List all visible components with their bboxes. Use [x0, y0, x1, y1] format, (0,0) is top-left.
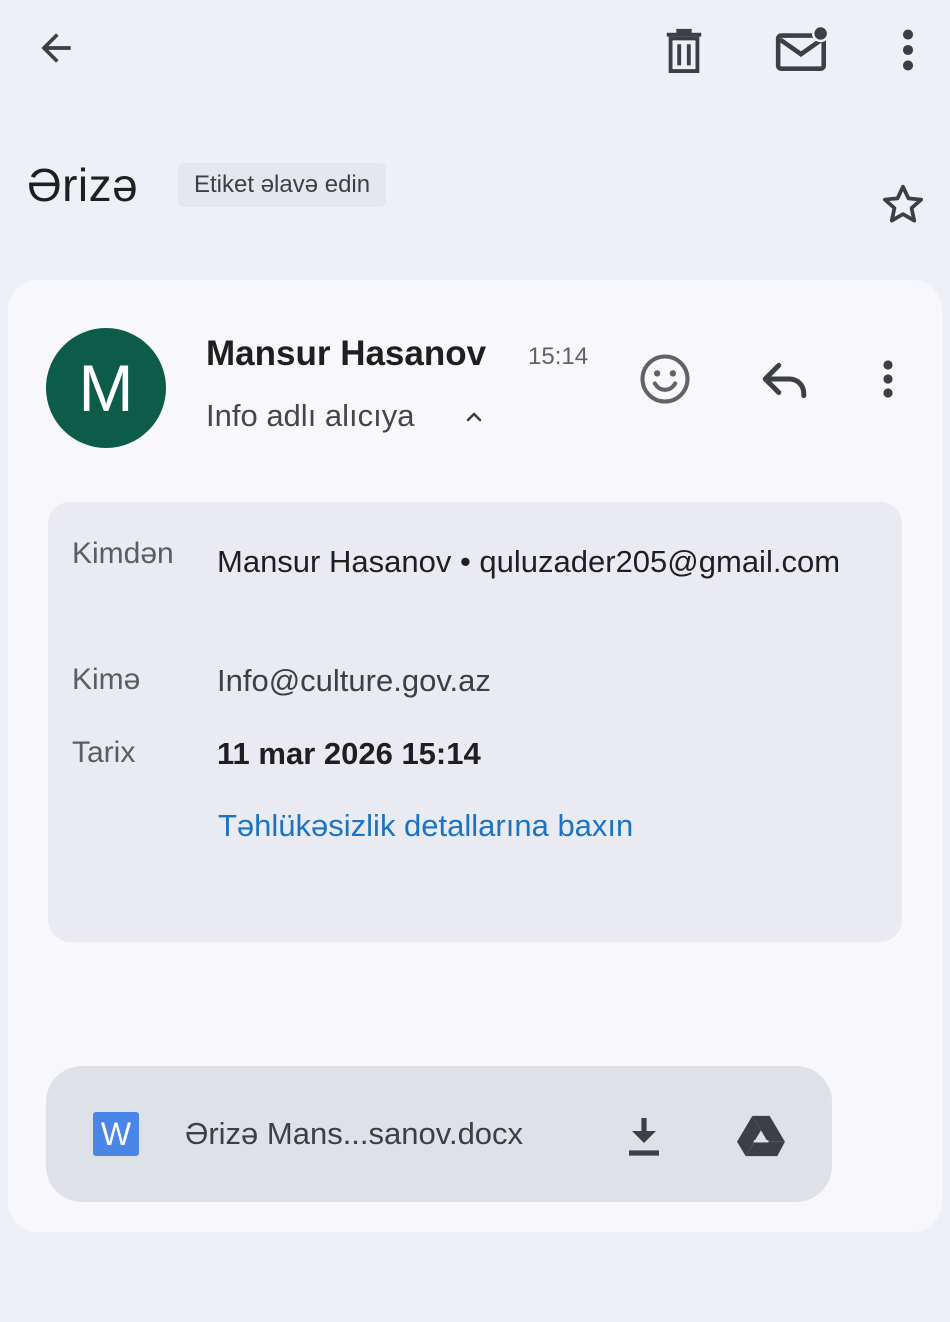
- mail-unread-icon: [775, 24, 830, 71]
- from-value: Mansur Hasanov • quluzader205@gmail.com: [217, 544, 841, 579]
- to-value: Info@culture.gov.az: [217, 663, 491, 698]
- more-options-button[interactable]: [884, 22, 932, 78]
- reply-icon: [762, 362, 807, 399]
- more-vert-icon: [902, 29, 914, 71]
- chevron-up-icon: [466, 412, 482, 422]
- word-doc-icon: W: [93, 1112, 139, 1156]
- security-details-link[interactable]: Təhlükəsizlik detallarına baxın: [218, 808, 633, 844]
- google-drive-icon: [737, 1115, 785, 1157]
- message-time: 15:14: [528, 343, 589, 370]
- star-button[interactable]: [874, 176, 932, 234]
- to-label: Kimə: [72, 663, 141, 696]
- emoji-icon: [640, 354, 690, 404]
- arrow-back-icon: [41, 33, 71, 63]
- add-label-chip[interactable]: Etiket əlavə edin: [178, 163, 387, 207]
- reply-button[interactable]: [752, 348, 818, 412]
- star-outline-icon: [883, 184, 923, 223]
- download-icon: [629, 1118, 659, 1156]
- mark-unread-button[interactable]: [772, 20, 834, 78]
- sender-name: Mansur Hasanov: [206, 334, 487, 373]
- back-button[interactable]: [28, 22, 84, 74]
- recipient-summary[interactable]: Info adlı alıcıya: [206, 398, 415, 434]
- more-vert-icon: [883, 360, 893, 398]
- date-label: Tarix: [72, 736, 136, 769]
- message-more-button[interactable]: [866, 350, 910, 408]
- trash-icon: [666, 28, 702, 73]
- avatar[interactable]: M: [46, 328, 166, 448]
- add-reaction-button[interactable]: [632, 346, 698, 412]
- collapse-details-button[interactable]: [458, 400, 490, 434]
- download-button[interactable]: [616, 1108, 672, 1164]
- save-to-drive-button[interactable]: [730, 1108, 792, 1162]
- from-label: Kimdən: [72, 537, 174, 570]
- delete-button[interactable]: [656, 22, 712, 78]
- email-subject: Ərizə: [27, 159, 139, 211]
- date-value: 11 mar 2026 15:14: [217, 736, 481, 771]
- attachment-filename[interactable]: Ərizə Mans...sanov.docx: [185, 1116, 523, 1152]
